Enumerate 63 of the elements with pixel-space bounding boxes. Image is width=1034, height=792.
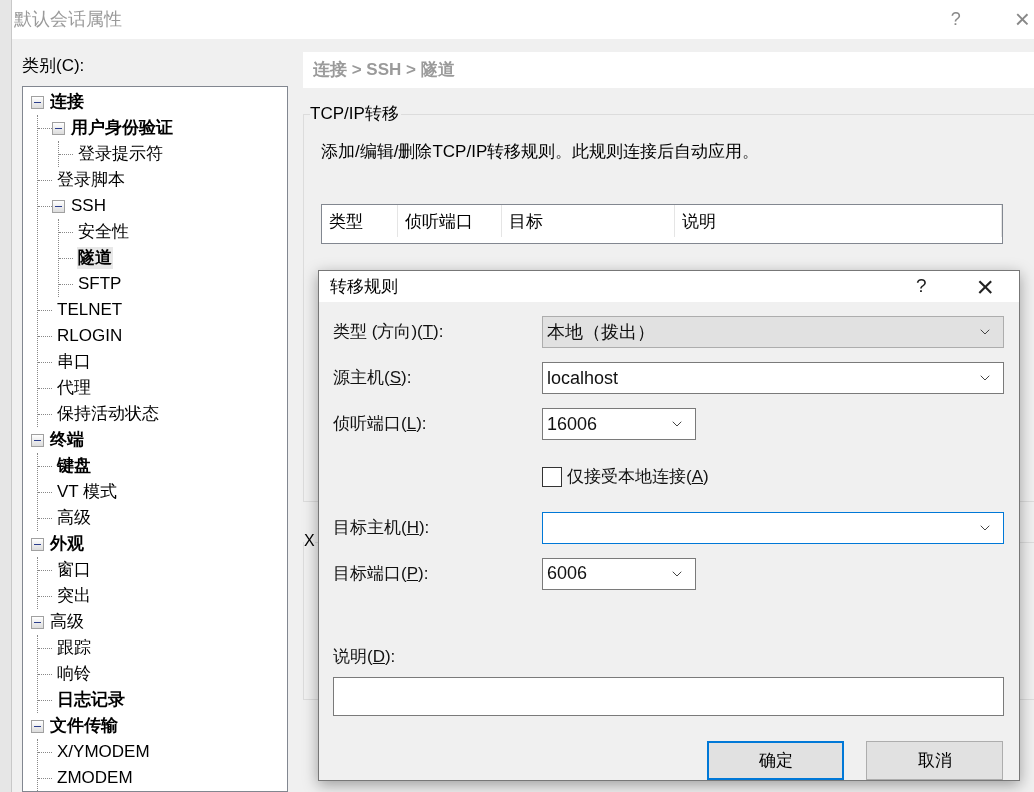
tree-item[interactable]: 用户身份验证 xyxy=(70,117,174,139)
field-label: 目标主机(H): xyxy=(333,517,430,537)
collapse-icon[interactable] xyxy=(52,121,65,135)
tree-item[interactable]: 高级 xyxy=(49,611,85,633)
collapse-icon[interactable] xyxy=(31,433,44,447)
breadcrumb: 连接 > SSH > 隧道 xyxy=(313,58,455,81)
help-button[interactable]: ? xyxy=(915,272,927,301)
column-header[interactable]: 类型 xyxy=(322,205,398,237)
collapse-icon[interactable] xyxy=(31,615,44,629)
tree-item[interactable]: 日志记录 xyxy=(56,689,126,711)
tree-item[interactable]: 高级 xyxy=(56,507,92,529)
help-button[interactable]: ? xyxy=(950,5,961,33)
checkbox[interactable] xyxy=(542,466,562,487)
field-label: 类型 (方向)(T): xyxy=(333,322,444,342)
tree-item[interactable]: ZMODEM xyxy=(56,767,134,789)
tree-item[interactable]: VT 模式 xyxy=(56,481,119,503)
combo-box[interactable]: 6006 xyxy=(542,557,696,590)
collapse-icon[interactable] xyxy=(52,199,65,213)
tree-item[interactable]: 终端 xyxy=(49,429,85,451)
tree-item[interactable]: 代理 xyxy=(56,377,92,399)
tree-item[interactable]: 文件传输 xyxy=(49,715,119,737)
tree-item[interactable]: 响铃 xyxy=(56,663,92,685)
collapse-icon[interactable] xyxy=(31,95,44,109)
tree-item[interactable]: 登录提示符 xyxy=(77,143,164,165)
tree-item[interactable]: 键盘 xyxy=(56,455,92,477)
tree-item[interactable]: 安全性 xyxy=(77,221,130,243)
tree-item[interactable]: SFTP xyxy=(77,273,123,295)
ok-button[interactable]: 确定 xyxy=(707,741,844,780)
checkbox-label: 仅接受本地连接(A) xyxy=(567,466,709,488)
tree-item[interactable]: SSH xyxy=(70,195,107,217)
cancel-button[interactable]: 取消 xyxy=(866,741,1003,780)
combo-box[interactable] xyxy=(542,511,1004,544)
tree-item[interactable]: 连接 xyxy=(49,91,85,113)
tree-item[interactable]: 窗口 xyxy=(56,559,92,581)
tree-item[interactable]: TELNET xyxy=(56,299,124,321)
tree-item[interactable]: 保持活动状态 xyxy=(56,403,160,425)
tree-item[interactable]: 登录脚本 xyxy=(56,169,126,191)
collapse-icon[interactable] xyxy=(31,537,44,551)
collapse-icon[interactable] xyxy=(31,719,44,733)
tree-item[interactable]: 串口 xyxy=(56,351,92,373)
tree-item[interactable]: 隧道 xyxy=(77,247,113,269)
combo-box[interactable]: localhost xyxy=(542,362,1004,394)
close-button[interactable]: × xyxy=(976,271,994,302)
tree-item[interactable]: X/YMODEM xyxy=(56,741,151,763)
tree-item[interactable]: 突出 xyxy=(56,585,92,607)
window-title: 默认会话属性 xyxy=(14,7,122,31)
group-description: 添加/编辑/删除TCP/IP转移规则。此规则连接后自动应用。 xyxy=(321,140,761,163)
description-field[interactable] xyxy=(333,677,1004,716)
tree-item[interactable]: RLOGIN xyxy=(56,325,124,347)
column-header[interactable]: 说明 xyxy=(675,205,1002,237)
column-header[interactable]: 目标 xyxy=(502,205,675,237)
field-label: 侦听端口(L): xyxy=(333,414,427,434)
field-label: 目标端口(P): xyxy=(333,563,429,583)
column-header[interactable]: 侦听端口 xyxy=(398,205,502,237)
field-label: 源主机(S): xyxy=(333,368,412,388)
tree-item[interactable]: 外观 xyxy=(49,533,85,555)
tree-item[interactable]: 跟踪 xyxy=(56,637,92,659)
category-label: 类别(C): xyxy=(22,54,86,77)
dialog-title: 转移规则 xyxy=(330,275,398,298)
field-label: 说明(D): xyxy=(333,645,397,668)
dropdown[interactable]: 本地（拨出） xyxy=(542,316,1004,348)
close-button[interactable]: × xyxy=(1014,6,1030,33)
combo-box[interactable]: 16006 xyxy=(542,408,696,440)
